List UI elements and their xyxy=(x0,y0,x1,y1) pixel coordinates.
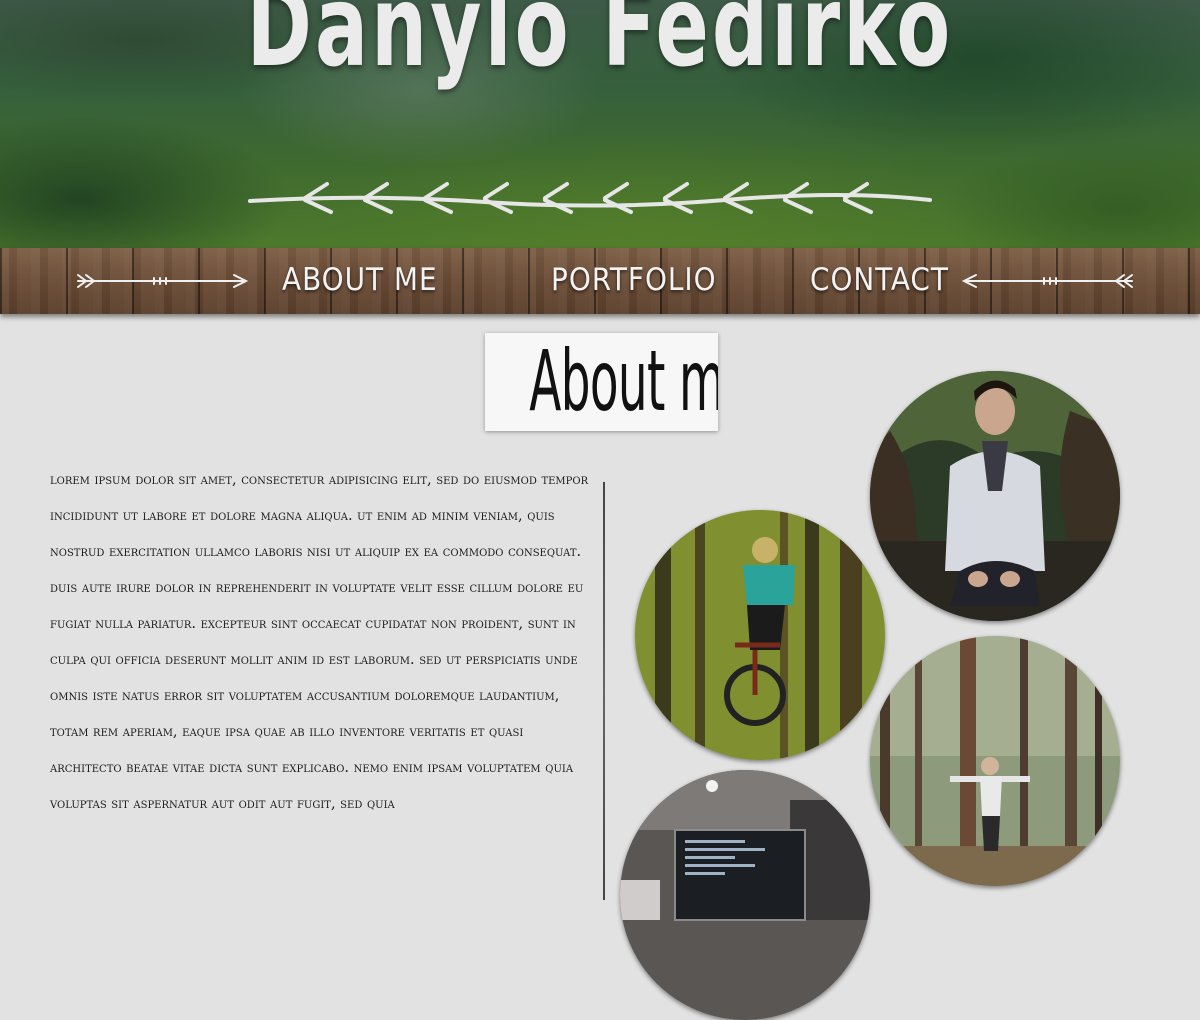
about-paragraph: Lorem ipsum dolor sit amet, consectetur … xyxy=(50,472,589,812)
forest-photo xyxy=(870,636,1120,886)
nav-about-me[interactable]: About me xyxy=(282,260,438,300)
section-heading-box: About me xyxy=(485,333,718,431)
nav-contact[interactable]: Contact xyxy=(810,260,949,300)
branch-divider-icon xyxy=(248,182,932,214)
portrait-photo xyxy=(870,371,1120,621)
arrow-right-icon xyxy=(77,274,249,288)
bike-jump-photo xyxy=(635,510,885,760)
site-title: Danylo Fedirko xyxy=(246,0,954,92)
section-heading: About me xyxy=(529,333,718,430)
laptop-photo xyxy=(620,770,870,1020)
arrow-left-icon xyxy=(961,274,1133,288)
nav-portfolio[interactable]: Portfolio xyxy=(551,260,717,300)
hero-banner: Danylo Fedirko xyxy=(0,0,1200,250)
vertical-divider xyxy=(603,482,605,900)
main-navigation: About me Portfolio Contact xyxy=(0,248,1200,314)
